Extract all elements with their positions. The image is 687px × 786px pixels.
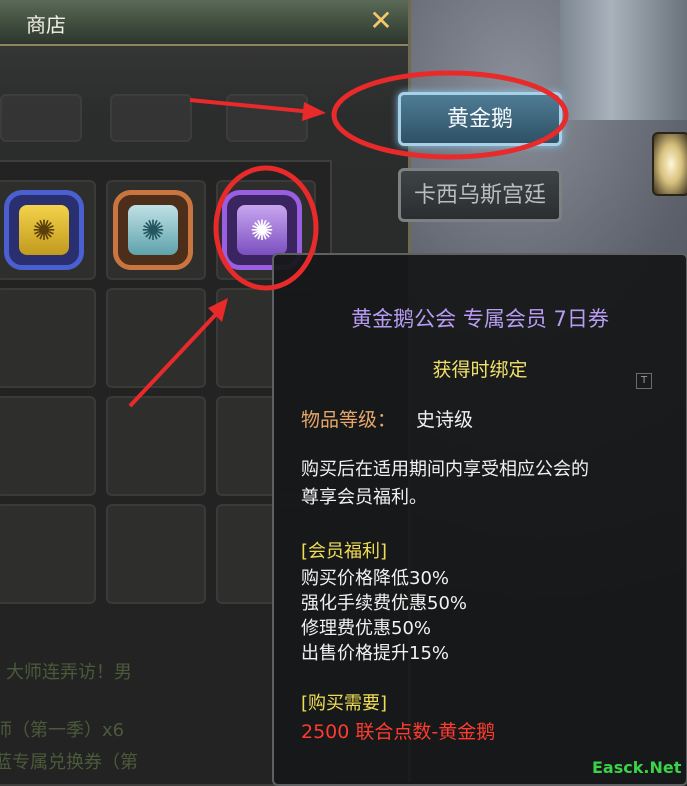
- watermark: Easck.Net: [592, 758, 682, 777]
- annotation-arrow-line-1: [189, 98, 313, 114]
- annotation-ellipse-tab: [331, 70, 569, 160]
- annotation-arrowhead-1: [302, 102, 326, 121]
- annotation-arrow-line-2: [128, 308, 222, 408]
- annotation-overlay: [128, 70, 569, 408]
- annotation-ellipse-item: [213, 165, 319, 291]
